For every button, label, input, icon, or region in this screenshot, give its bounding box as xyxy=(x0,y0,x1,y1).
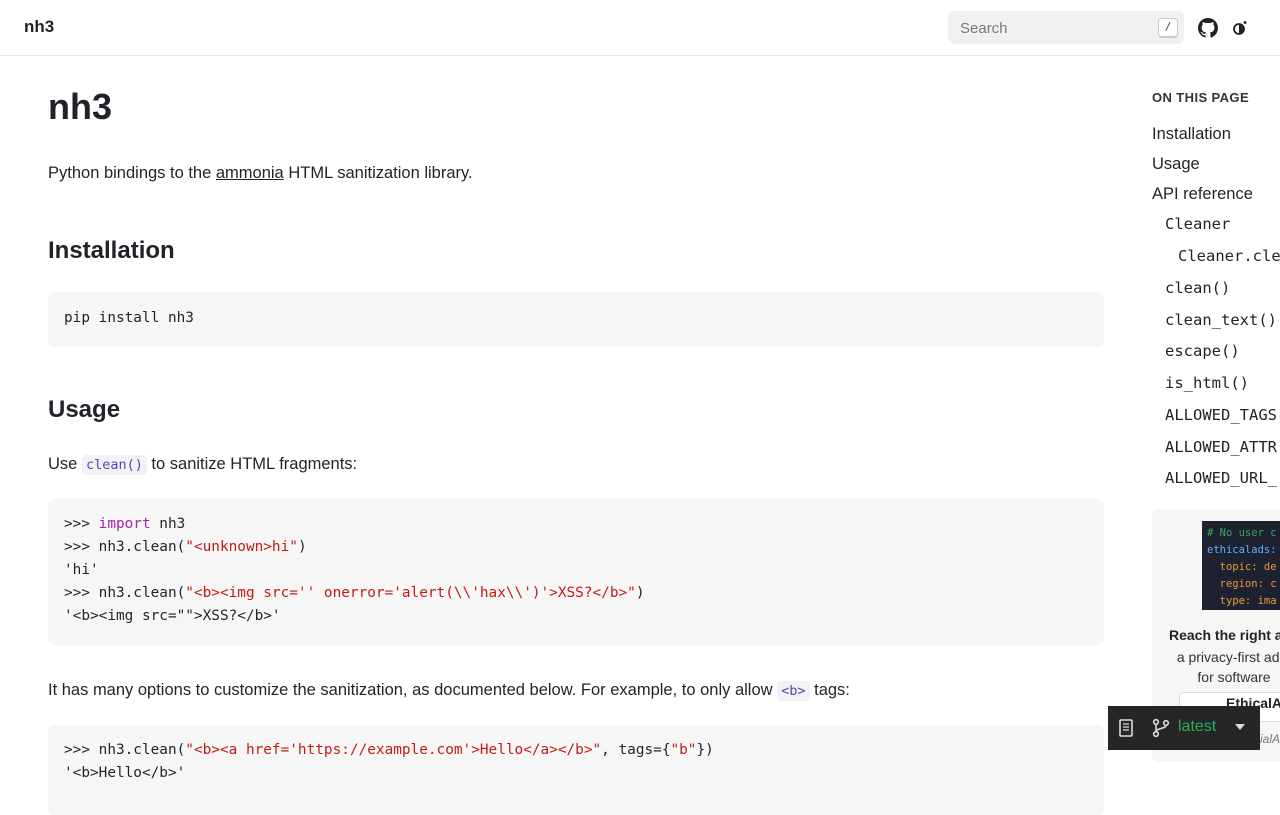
search-input[interactable] xyxy=(948,11,1162,46)
search-box[interactable] xyxy=(948,11,1184,46)
site-brand[interactable]: nh3 xyxy=(24,17,54,37)
inline-code-b-tag: <b> xyxy=(777,681,810,701)
toc-heading: ON THIS PAGE xyxy=(1152,90,1250,105)
ad-code-line: ethicalads: xyxy=(1207,544,1277,556)
code-output: 'hi' xyxy=(64,562,99,578)
intro-text: Python bindings to the xyxy=(48,164,216,182)
intro-paragraph: Python bindings to the ammonia HTML sani… xyxy=(48,164,473,183)
github-icon[interactable] xyxy=(1198,18,1218,38)
usage-heading: Usage xyxy=(48,396,121,423)
toc-item-cleaner-clean[interactable]: Cleaner.cle xyxy=(1178,247,1280,265)
options-text: It has many options to customize the san… xyxy=(48,681,778,699)
toc-item-escape[interactable]: escape() xyxy=(1165,342,1240,360)
caret-down-icon[interactable] xyxy=(1234,723,1246,731)
ad-footer[interactable]: ialAds xyxy=(1260,732,1280,746)
toc-item-allowed-tags[interactable]: ALLOWED_TAGS xyxy=(1165,406,1277,424)
code-text: , tags={ xyxy=(601,742,671,758)
toc-item-usage[interactable]: Usage xyxy=(1152,155,1200,174)
page-title: nh3 xyxy=(48,86,113,127)
top-header: nh3 / xyxy=(0,0,1280,56)
toc-item-cleaner[interactable]: Cleaner xyxy=(1165,215,1230,233)
code-keyword: import xyxy=(98,516,151,532)
usage-paragraph: Use clean() to sanitize HTML fragments: xyxy=(48,455,358,475)
toc-item-allowed-url[interactable]: ALLOWED_URL_ xyxy=(1165,469,1277,487)
options-paragraph: It has many options to customize the san… xyxy=(48,681,850,701)
toc-item-clean[interactable]: clean() xyxy=(1165,279,1230,297)
usage-text: Use xyxy=(48,455,82,473)
code-string: "<b><img src='' onerror='alert(\\'hax\\'… xyxy=(185,585,636,601)
ad-image[interactable]: # No user c ethicalads: topic: de region… xyxy=(1202,521,1280,610)
code-prompt: >>> nh3.clean( xyxy=(64,742,186,758)
code-output: '<b><img src="">XSS?</b>' xyxy=(64,608,281,624)
toc-item-is-html[interactable]: is_html() xyxy=(1165,374,1249,392)
git-branch-icon xyxy=(1152,718,1170,738)
code-prompt: >>> nh3.clean( xyxy=(64,539,186,555)
code-text: ) xyxy=(297,539,307,555)
ad-code-line: topic: de xyxy=(1207,561,1277,573)
usage-example-code-block: >>> import nh3 >>> nh3.clean("<unknown>h… xyxy=(48,499,1104,645)
ad-code-line: region: c xyxy=(1207,578,1277,590)
book-icon xyxy=(1119,719,1133,737)
version-badge[interactable]: latest xyxy=(1108,706,1260,750)
code-string: "<b><a href='https://example.com'>Hello<… xyxy=(185,742,602,758)
ad-code-line: # No user c xyxy=(1207,527,1277,539)
code-string: "b" xyxy=(670,742,697,758)
ammonia-link[interactable]: ammonia xyxy=(216,164,284,182)
toc-item-api-reference[interactable]: API reference xyxy=(1152,185,1253,204)
install-command: pip install nh3 xyxy=(64,310,194,326)
ad-body-line: a privacy-first ad n xyxy=(1176,649,1280,665)
tags-example-code-block: >>> nh3.clean("<b><a href='https://examp… xyxy=(48,725,1104,815)
install-code-block: pip install nh3 xyxy=(48,292,1104,347)
toc-item-clean-text[interactable]: clean_text() xyxy=(1165,311,1277,329)
intro-text-end: HTML sanitization library. xyxy=(283,164,473,182)
code-prompt: >>> nh3.clean( xyxy=(64,585,186,601)
code-string: "<unknown>hi" xyxy=(185,539,298,555)
toc-item-allowed-attr[interactable]: ALLOWED_ATTR xyxy=(1165,438,1277,456)
theme-toggle-icon[interactable] xyxy=(1230,18,1250,38)
inline-code-clean: clean() xyxy=(81,455,147,475)
ad-code-line: type: ima xyxy=(1207,595,1277,607)
code-text: nh3 xyxy=(150,516,186,532)
ad-body: a privacy-first ad n for software xyxy=(1169,647,1280,687)
options-text-end: tags: xyxy=(809,681,850,699)
code-text: }) xyxy=(696,742,714,758)
search-shortcut-key: / xyxy=(1158,18,1178,38)
code-output: '<b>Hello</b>' xyxy=(64,765,186,781)
code-text: ) xyxy=(635,585,645,601)
ad-body-line: for software xyxy=(1197,669,1271,685)
code-prompt: >>> xyxy=(64,516,99,532)
installation-heading: Installation xyxy=(48,237,175,264)
usage-text-end: to sanitize HTML fragments: xyxy=(146,455,358,473)
toc-item-installation[interactable]: Installation xyxy=(1152,125,1231,144)
ad-headline[interactable]: Reach the right a xyxy=(1169,627,1280,643)
version-label[interactable]: latest xyxy=(1178,718,1216,736)
